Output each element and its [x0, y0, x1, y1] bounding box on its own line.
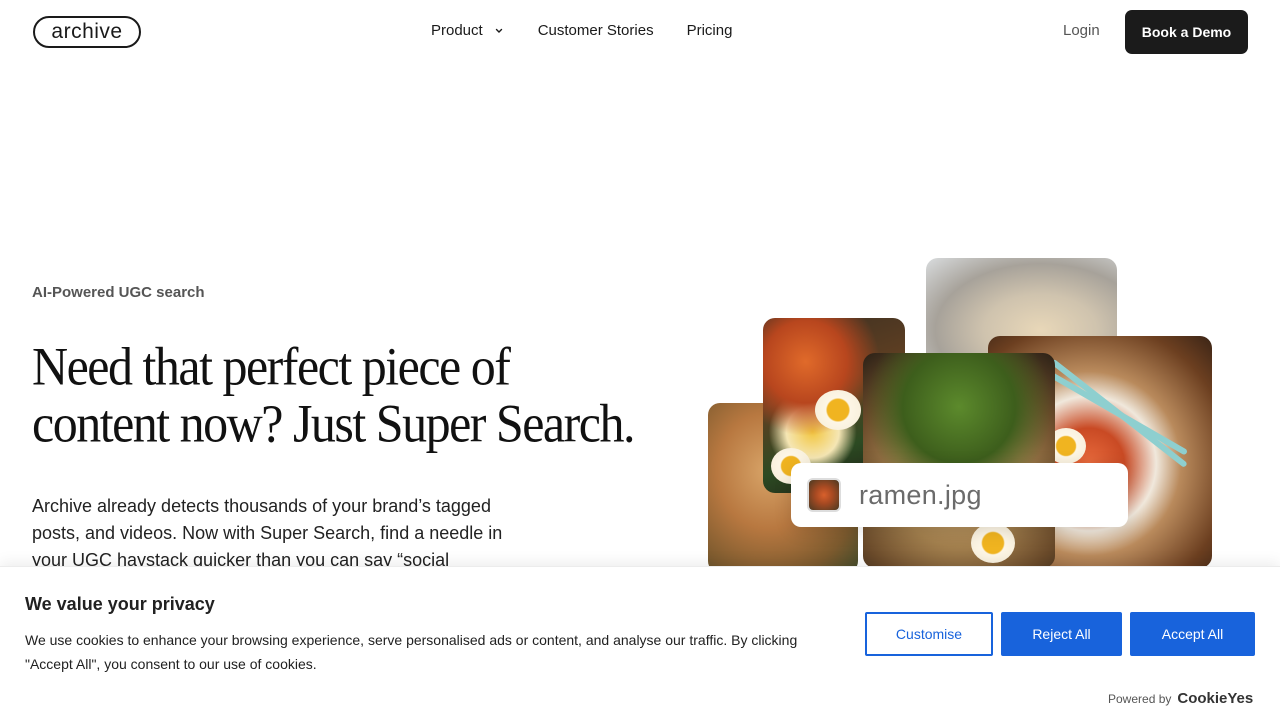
cookie-banner: We value your privacy We use cookies to …	[0, 566, 1280, 720]
customise-button[interactable]: Customise	[865, 612, 993, 656]
ugc-image-collage: ramen.jpg	[700, 250, 1220, 573]
accept-all-button[interactable]: Accept All	[1130, 612, 1255, 656]
reject-all-button[interactable]: Reject All	[1001, 612, 1122, 656]
result-filename: ramen.jpg	[859, 479, 982, 510]
powered-by[interactable]: Powered by CookieYes	[1108, 690, 1253, 707]
book-demo-button[interactable]: Book a Demo	[1125, 10, 1248, 54]
hero-eyebrow: AI-Powered UGC search	[32, 284, 205, 301]
result-thumbnail	[807, 478, 841, 512]
hero-body: Archive already detects thousands of you…	[32, 496, 503, 570]
nav-product-label: Product	[431, 22, 483, 39]
cookie-title: We value your privacy	[25, 594, 215, 614]
nav-customer-stories[interactable]: Customer Stories	[538, 22, 654, 39]
logo[interactable]: archive	[33, 16, 141, 48]
nav-links: Product Customer Stories Pricing	[431, 22, 732, 39]
egg-decoration	[971, 523, 1015, 563]
cookieyes-logo: CookieYes	[1177, 690, 1254, 707]
top-nav: archive Product Customer Stories Pricing…	[0, 0, 1280, 64]
nav-product[interactable]: Product	[431, 22, 505, 39]
nav-pricing[interactable]: Pricing	[687, 22, 733, 39]
hero-headline: Need that perfect piece of content now? …	[32, 335, 635, 454]
powered-by-label: Powered by	[1108, 692, 1172, 706]
egg-decoration	[815, 390, 861, 430]
search-result-pill[interactable]: ramen.jpg	[791, 463, 1128, 527]
cookie-text: We use cookies to enhance your browsing …	[25, 632, 798, 672]
login-link[interactable]: Login	[1063, 22, 1100, 39]
food-image-noodles	[863, 353, 1055, 568]
chevron-down-icon	[495, 28, 502, 33]
